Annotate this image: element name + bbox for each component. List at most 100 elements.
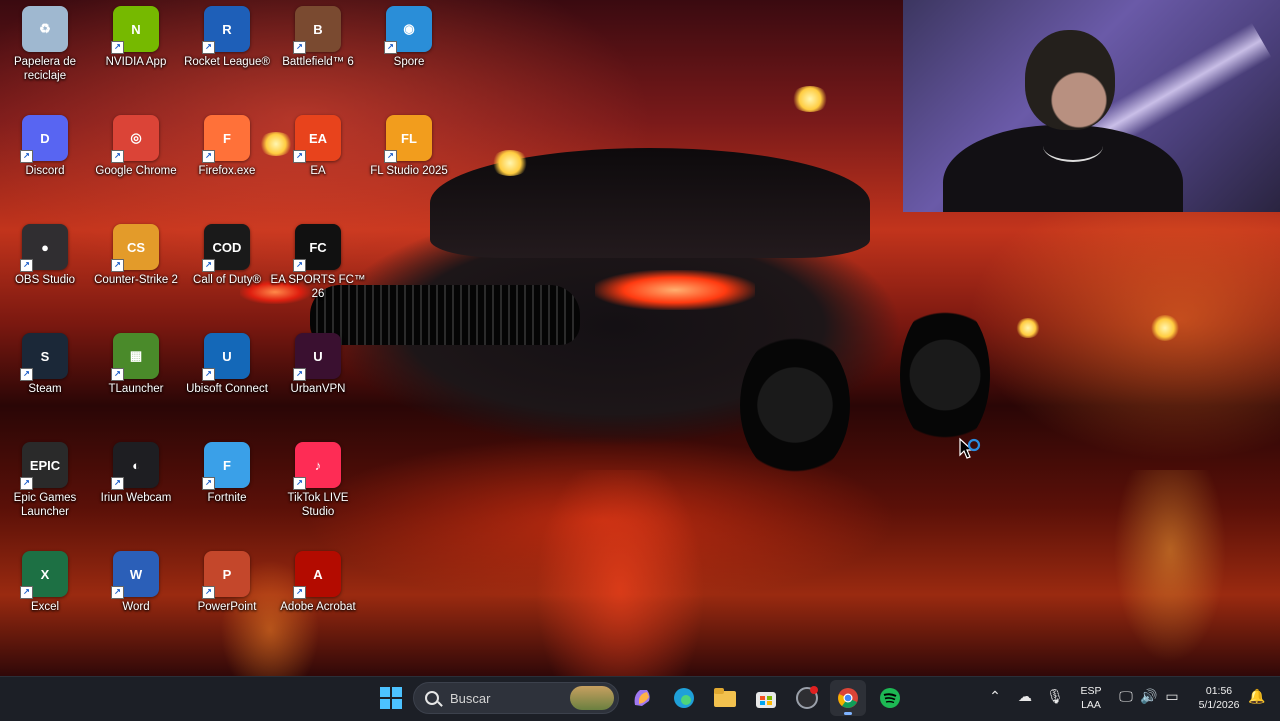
taskbar-chrome-button[interactable] [830, 680, 866, 716]
desktop-icon[interactable]: FC ↗ EA SPORTS FC™ 26 [270, 218, 366, 318]
desktop-icon[interactable]: EPIC ↗ Epic Games Launcher [1, 436, 89, 536]
shortcut-arrow-icon: ↗ [202, 150, 215, 163]
desktop-icon[interactable]: N ↗ NVIDIA App [92, 0, 180, 100]
desktop-icon[interactable]: ◎ ↗ Google Chrome [92, 109, 180, 209]
taskbar-file-explorer-button[interactable] [707, 680, 743, 716]
desktop-icon[interactable]: R ↗ Rocket League® [183, 0, 271, 100]
obs-icon: ● ↗ [20, 224, 68, 272]
desktop-icon-glyph: FC [309, 239, 327, 255]
fortnite-icon: F ↗ [202, 442, 250, 490]
nvidia-icon: N ↗ [111, 6, 159, 54]
desktop-icon[interactable]: EA ↗ EA [274, 109, 362, 209]
desktop-icon-glyph: ▦ [129, 348, 143, 363]
search-icon [425, 691, 439, 705]
desktop-icon[interactable]: ◉ ↗ Spore [365, 0, 453, 100]
shortcut-arrow-icon: ↗ [20, 586, 33, 599]
keyboard-layout-code: LAA [1081, 699, 1101, 711]
taskbar-copilot-button[interactable] [624, 680, 660, 716]
wallpaper-lamp [1150, 315, 1180, 341]
taskbar-edge-button[interactable] [666, 680, 702, 716]
tray-battery-icon[interactable]: ▭ [1163, 688, 1181, 705]
tray-microphone-icon[interactable]: 🎙 [1046, 688, 1064, 705]
tray-notifications-icon[interactable]: 🔔 [1248, 688, 1266, 705]
desktop-icon[interactable]: ♻ Papelera de reciclaje [1, 0, 89, 100]
tray-clock[interactable]: 01:56 5/1/2026 [1190, 684, 1248, 712]
desktop-icon-label: Steam [28, 383, 62, 395]
taskbar-spotify-button[interactable] [872, 680, 908, 716]
desktop-icon[interactable]: B ↗ Battlefield™ 6 [274, 0, 362, 100]
obs-taskbar-icon [796, 686, 818, 709]
desktop-icon-glyph: R [222, 21, 232, 37]
taskbar-search-box[interactable]: Buscar [413, 682, 619, 714]
taskbar-obs-button[interactable] [789, 680, 825, 716]
desktop-icon[interactable]: COD ↗ Call of Duty® [183, 218, 271, 318]
tray-network-icon[interactable]: 🖵 [1117, 688, 1135, 705]
wallpaper-wheel-front [740, 330, 850, 480]
tray-chevron-up-icon[interactable]: ⌃ [986, 688, 1004, 705]
shortcut-arrow-icon: ↗ [202, 259, 215, 272]
shortcut-arrow-icon: ↗ [20, 150, 33, 163]
desktop-icon-glyph: U [313, 348, 323, 364]
desktop-icon[interactable]: CS ↗ Counter-Strike 2 [92, 218, 180, 318]
desktop-icon[interactable]: P ↗ PowerPoint [183, 545, 271, 645]
desktop-icon[interactable]: F ↗ Fortnite [183, 436, 271, 536]
tray-onedrive-cloud-icon[interactable]: ☁ [1016, 688, 1034, 705]
desktop-icon-label: Fortnite [207, 492, 247, 504]
adobe-acrobat-icon: A ↗ [293, 551, 341, 599]
desktop-icon[interactable]: U ↗ Ubisoft Connect [183, 327, 271, 427]
desktop-icon[interactable]: F ↗ Firefox.exe [183, 109, 271, 209]
desktop-icon[interactable]: ● ↗ OBS Studio [1, 218, 89, 318]
desktop-icon-label: EA [310, 165, 326, 177]
search-placeholder: Buscar [450, 691, 491, 706]
desktop-icon-label: Ubisoft Connect [186, 383, 268, 395]
ubisoft-icon: U ↗ [202, 333, 250, 381]
wallpaper-lamp [1015, 318, 1041, 338]
start-button[interactable] [373, 680, 409, 716]
desktop-icon-glyph: D [40, 130, 50, 146]
desktop-icon[interactable]: D ↗ Discord [1, 109, 89, 209]
call-of-duty-icon: COD ↗ [202, 224, 250, 272]
desktop-icon-glyph: B [313, 21, 323, 37]
shortcut-arrow-icon: ↗ [202, 477, 215, 490]
desktop-icon-glyph: ◉ [403, 21, 415, 36]
desktop-icon-glyph: FL [401, 130, 417, 146]
desktop-icon-label: Counter-Strike 2 [94, 274, 178, 286]
tray-language-indicator[interactable]: ESP LAA [1076, 684, 1106, 712]
desktop-icon[interactable]: ♪ ↗ TikTok LIVE Studio [274, 436, 362, 536]
desktop-icon[interactable]: S ↗ Steam [1, 327, 89, 427]
desktop-icon-glyph: F [223, 130, 231, 146]
excel-icon: X ↗ [20, 551, 68, 599]
desktop-icon[interactable]: X ↗ Excel [1, 545, 89, 645]
language-code: ESP [1080, 685, 1102, 697]
desktop-icon-glyph: F [223, 457, 231, 473]
desktop-icon[interactable]: U ↗ UrbanVPN [274, 327, 362, 427]
desktop-icon[interactable]: A ↗ Adobe Acrobat [274, 545, 362, 645]
desktop-icon-glyph: W [129, 566, 143, 582]
desktop-icon[interactable]: ▦ ↗ TLauncher [92, 327, 180, 427]
desktop-icon-glyph: N [131, 21, 141, 37]
iriun-webcam-icon: ◐ ↗ [111, 442, 159, 490]
shortcut-arrow-icon: ↗ [202, 586, 215, 599]
microsoft-store-icon [756, 692, 776, 708]
clock-time: 01:56 [1205, 685, 1233, 697]
desktop-icon-glyph: EA [308, 130, 328, 146]
wallpaper-lamp [790, 86, 830, 112]
copilot-icon [634, 690, 650, 706]
desktop-icon-label: Papelera de reciclaje [13, 56, 77, 82]
tray-volume-icon[interactable]: 🔊 [1140, 688, 1158, 705]
desktop-icon[interactable]: W ↗ Word [92, 545, 180, 645]
desktop-icon-glyph: EPIC [29, 457, 61, 473]
shortcut-arrow-icon: ↗ [293, 368, 306, 381]
shortcut-arrow-icon: ↗ [202, 41, 215, 54]
taskbar-store-button[interactable] [748, 680, 784, 716]
urbanvpn-icon: U ↗ [293, 333, 341, 381]
webcam-person-head [1025, 30, 1115, 130]
desktop-icon[interactable]: FL ↗ FL Studio 2025 [365, 109, 453, 209]
desktop-icon[interactable]: ◐ ↗ Iriun Webcam [92, 436, 180, 536]
desktop-icon-label: Discord [25, 165, 65, 177]
desktop-icon-label: TikTok LIVE Studio [287, 492, 349, 518]
desktop-icon-label: Spore [393, 56, 425, 68]
shortcut-arrow-icon: ↗ [111, 586, 124, 599]
shortcut-arrow-icon: ↗ [293, 41, 306, 54]
shortcut-arrow-icon: ↗ [293, 477, 306, 490]
